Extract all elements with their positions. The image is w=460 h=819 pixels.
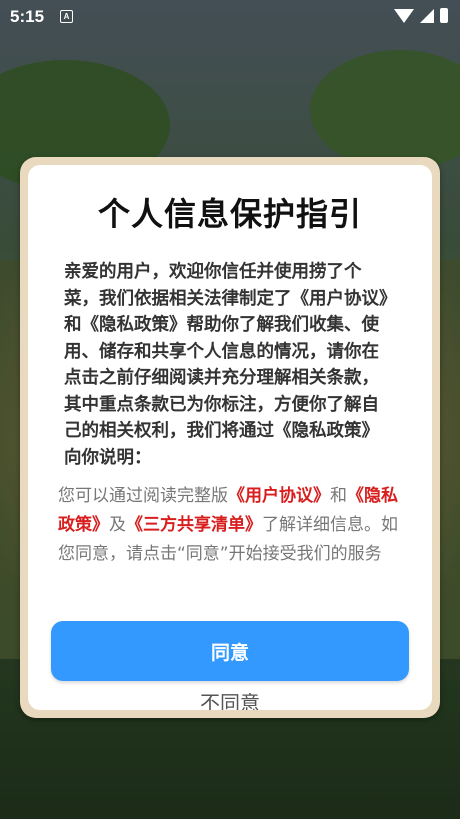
note-text-3: 及 — [109, 515, 126, 535]
signal-icon — [420, 8, 434, 23]
status-time: 5:15 — [10, 7, 45, 26]
note-text-1: 您可以通过阅读完整版 — [58, 486, 228, 506]
note-text-2: 和 — [330, 486, 347, 506]
consent-note: 您可以通过阅读完整版《用户协议》和《隐私政策》及《三方共享清单》了解详细信息。如… — [58, 482, 404, 569]
agree-button[interactable]: 同意 — [51, 621, 409, 681]
app-screen: 5:15 A 个人信息保护指引 亲爱的用户，欢迎你信任并使用捞了个菜，我们依据相… — [0, 0, 460, 819]
sharing-list-link[interactable]: 《三方共享清单》 — [126, 515, 262, 535]
battery-icon — [440, 8, 448, 23]
disagree-button[interactable]: 不同意 — [28, 687, 432, 710]
wifi-icon — [394, 8, 414, 23]
notification-icon: A — [60, 10, 73, 23]
dialog-title: 个人信息保护指引 — [97, 195, 362, 233]
intro-text: 亲爱的用户，欢迎你信任并使用捞了个菜，我们依据相关法律制定了《用户协议》和《隐私… — [64, 262, 388, 468]
user-agreement-link[interactable]: 《用户协议》 — [228, 486, 330, 506]
status-bar: 5:15 A — [0, 0, 460, 34]
status-icons — [394, 8, 448, 23]
privacy-dialog: 个人信息保护指引 亲爱的用户，欢迎你信任并使用捞了个菜，我们依据相关法律制定了《… — [28, 165, 432, 710]
